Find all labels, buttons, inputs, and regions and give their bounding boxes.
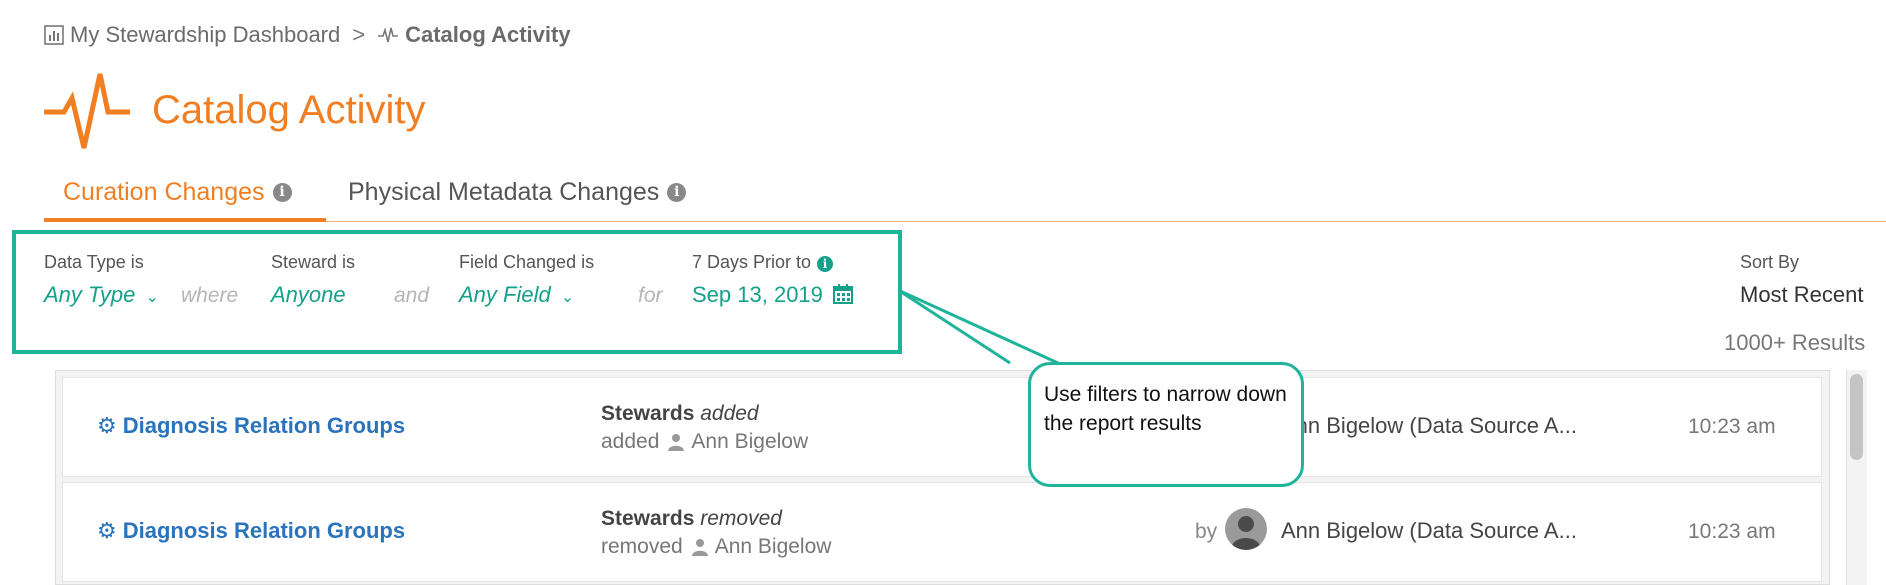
data-type-filter-label: Data Type is xyxy=(44,252,144,272)
scrollbar-thumb[interactable] xyxy=(1850,374,1863,460)
active-tab-indicator xyxy=(44,218,326,222)
asset-link[interactable]: ⚙ Diagnosis Relation Groups xyxy=(97,413,405,439)
asset-name: Diagnosis Relation Groups xyxy=(122,518,406,543)
change-description: Stewards added xyxy=(601,402,759,426)
filter-conjunction: for xyxy=(638,284,663,307)
breadcrumb: My Stewardship Dashboard > Catalog Activ… xyxy=(44,22,571,48)
tab-label: Physical Metadata Changes xyxy=(348,178,660,206)
activity-pulse-icon xyxy=(378,27,399,43)
change-detail: added Ann Bigelow xyxy=(601,430,808,454)
changed-field: Stewards xyxy=(601,507,695,530)
changed-field: Stewards xyxy=(601,402,695,425)
steward-filter-label: Steward is xyxy=(271,252,356,272)
sort-by-dropdown[interactable]: Most Recent xyxy=(1740,282,1864,308)
change-action: removed xyxy=(700,507,782,530)
gear-icon: ⚙ xyxy=(97,413,117,438)
avatar[interactable] xyxy=(1225,508,1267,550)
user-icon xyxy=(668,434,685,451)
list-item: ⚙ Diagnosis Relation Groups Stewards rem… xyxy=(62,482,1822,582)
user-icon xyxy=(691,539,708,556)
steward-filter-value[interactable]: Anyone xyxy=(271,282,346,308)
change-time: 10:23 am xyxy=(1688,415,1776,438)
date-filter-label-text: 7 Days Prior to xyxy=(692,252,812,272)
data-type-filter-dropdown[interactable]: Any Type ⌄ xyxy=(44,282,159,308)
field-changed-filter-label: Field Changed is xyxy=(459,252,595,272)
user-icon xyxy=(1231,516,1261,550)
breadcrumb-parent-link[interactable]: My Stewardship Dashboard xyxy=(70,22,340,48)
gear-icon: ⚙ xyxy=(97,518,117,543)
change-sub-action: added xyxy=(601,430,660,453)
breadcrumb-current: Catalog Activity xyxy=(405,22,571,47)
tab-label: Curation Changes xyxy=(63,178,265,206)
dashboard-chart-icon xyxy=(44,25,64,45)
tab-physical-metadata-changes[interactable]: Physical Metadata Changes i xyxy=(348,178,687,207)
change-description: Stewards removed xyxy=(601,507,782,531)
field-changed-filter-value: Any Field xyxy=(459,282,551,307)
steward-name-link[interactable]: Ann Bigelow xyxy=(715,535,832,559)
list-item: ⚙ Diagnosis Relation Groups Stewards add… xyxy=(62,377,1822,477)
activity-pulse-icon xyxy=(44,73,130,149)
chevron-down-icon: ⌄ xyxy=(560,289,575,306)
chevron-down-icon: ⌄ xyxy=(145,289,159,306)
date-filter-picker[interactable]: Sep 13, 2019 xyxy=(692,282,854,308)
breadcrumb-separator: > xyxy=(352,22,366,47)
changed-by-user-link[interactable]: Ann Bigelow (Data Source A... xyxy=(1281,413,1577,439)
change-detail: removed Ann Bigelow xyxy=(601,535,831,559)
info-icon[interactable]: i xyxy=(272,183,292,202)
info-icon[interactable]: i xyxy=(817,256,834,272)
filter-conjunction: and xyxy=(394,284,430,307)
filter-conjunction: where xyxy=(181,284,239,307)
steward-name-link[interactable]: Ann Bigelow xyxy=(691,430,808,454)
page-title: Catalog Activity xyxy=(152,88,426,132)
data-type-filter-value: Any Type xyxy=(44,282,136,307)
changed-by-user-link[interactable]: Ann Bigelow (Data Source A... xyxy=(1281,518,1577,544)
info-icon[interactable]: i xyxy=(667,183,687,202)
tab-curation-changes[interactable]: Curation Changes i xyxy=(63,178,292,207)
change-action: added xyxy=(700,402,759,425)
results-count: 1000+ Results xyxy=(1724,330,1866,355)
asset-name: Diagnosis Relation Groups xyxy=(122,413,406,438)
by-label: by xyxy=(1195,520,1218,543)
change-sub-action: removed xyxy=(601,535,683,558)
date-filter-value: Sep 13, 2019 xyxy=(692,282,823,307)
date-filter-label: 7 Days Prior to i xyxy=(692,252,834,273)
asset-link[interactable]: ⚙ Diagnosis Relation Groups xyxy=(97,518,405,544)
field-changed-filter-dropdown[interactable]: Any Field ⌄ xyxy=(459,282,574,308)
calendar-icon[interactable] xyxy=(833,284,854,304)
change-time: 10:23 am xyxy=(1688,520,1776,543)
sort-by-label: Sort By xyxy=(1740,252,1800,272)
callout-text: Use filters to narrow down the report re… xyxy=(1044,383,1287,435)
